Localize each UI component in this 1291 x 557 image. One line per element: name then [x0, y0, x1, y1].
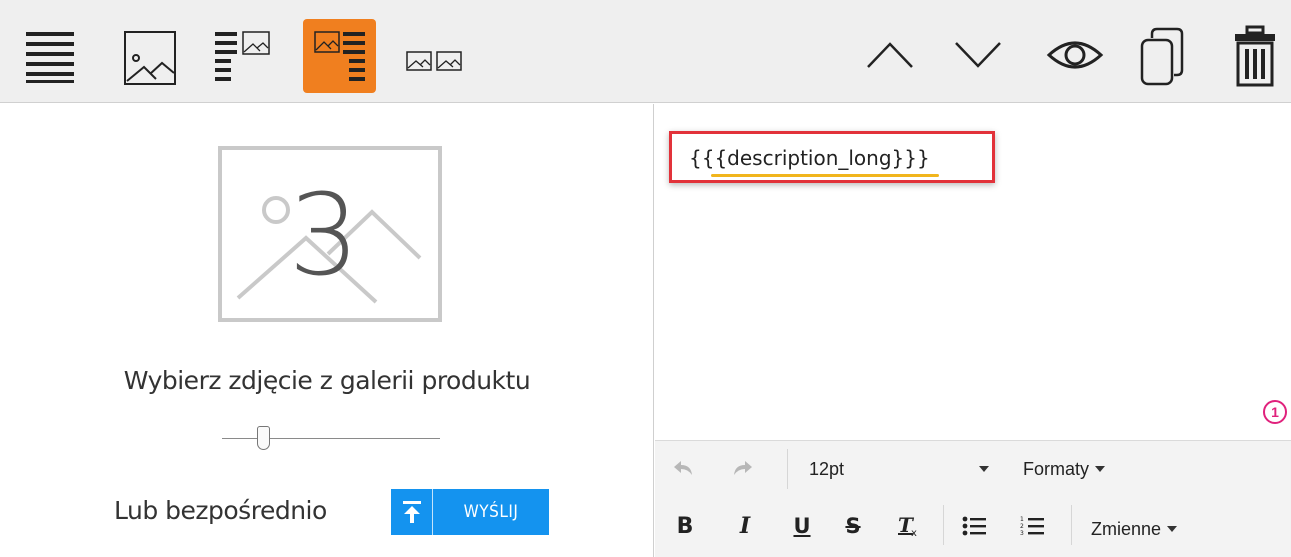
eye-icon[interactable] — [1044, 34, 1106, 76]
formats-dropdown[interactable]: Formaty — [1023, 455, 1106, 483]
clear-format-button[interactable]: T x — [893, 509, 923, 543]
strikethrough-button[interactable]: S — [839, 509, 867, 543]
bold-button[interactable]: B — [671, 509, 699, 543]
redo-icon[interactable] — [729, 453, 757, 483]
image-only-layout-icon[interactable] — [119, 26, 181, 90]
image-panel: 3 Wybierz zdjęcie z galerii produktu Lub… — [0, 104, 654, 557]
chevron-up-icon[interactable] — [862, 30, 918, 80]
editor-toolbar: 12pt Formaty B I U S T x 1 2 3 Zmienne — [655, 440, 1291, 557]
text-only-layout-icon[interactable] — [22, 24, 78, 88]
formats-label: Formaty — [1023, 458, 1090, 479]
send-button-label: WYŚLIJ — [463, 502, 519, 522]
font-size-select[interactable]: 12pt — [809, 455, 1005, 483]
undo-icon[interactable] — [669, 453, 697, 483]
image-left-text-right-layout-icon[interactable] — [303, 19, 376, 93]
editor-content[interactable]: {{{description_long}}} — [689, 146, 930, 170]
chevron-down-icon — [979, 466, 989, 472]
variables-label: Zmienne — [1091, 518, 1162, 539]
block-toolbar — [0, 0, 1291, 103]
font-size-value: 12pt — [809, 458, 845, 479]
toolbar-separator — [1071, 505, 1072, 545]
send-button[interactable]: WYŚLIJ — [391, 489, 549, 535]
variables-dropdown[interactable]: Zmienne — [1091, 515, 1178, 543]
image-size-slider[interactable] — [222, 424, 440, 454]
toolbar-separator — [787, 449, 788, 489]
highlighted-template-variable[interactable]: {{{description_long}}} — [669, 131, 995, 183]
svg-text:x: x — [911, 528, 917, 538]
bullet-list-button[interactable] — [957, 509, 991, 543]
slider-track — [222, 438, 440, 439]
pick-from-gallery-label: Wybierz zdjęcie z galerii produktu — [123, 366, 531, 395]
chevron-down-icon — [1095, 466, 1106, 472]
numbered-list-button[interactable]: 1 2 3 — [1015, 509, 1049, 543]
chevron-down-icon — [1167, 526, 1178, 532]
svg-text:2: 2 — [1020, 523, 1024, 530]
upload-directly-label: Lub bezpośrednio — [114, 496, 327, 525]
toolbar-separator — [943, 505, 944, 545]
svg-text:1: 1 — [1020, 516, 1024, 523]
slider-thumb[interactable] — [257, 426, 270, 450]
spellcheck-underline — [711, 174, 939, 177]
upload-icon — [391, 489, 433, 535]
trash-icon[interactable] — [1226, 22, 1284, 90]
italic-button[interactable]: I — [731, 509, 759, 543]
text-editor: {{{description_long}}} 1 12pt Formaty B … — [655, 104, 1291, 557]
image-placeholder[interactable]: 3 — [218, 146, 442, 322]
chevron-down-icon[interactable] — [950, 30, 1006, 80]
step-badge: 1 — [1263, 400, 1287, 424]
underline-button[interactable]: U — [788, 509, 816, 543]
text-left-image-right-layout-icon[interactable] — [212, 24, 274, 88]
svg-text:3: 3 — [1020, 530, 1024, 537]
placeholder-number: 3 — [288, 171, 359, 301]
duplicate-icon[interactable] — [1130, 24, 1192, 88]
two-images-layout-icon[interactable] — [404, 44, 466, 78]
